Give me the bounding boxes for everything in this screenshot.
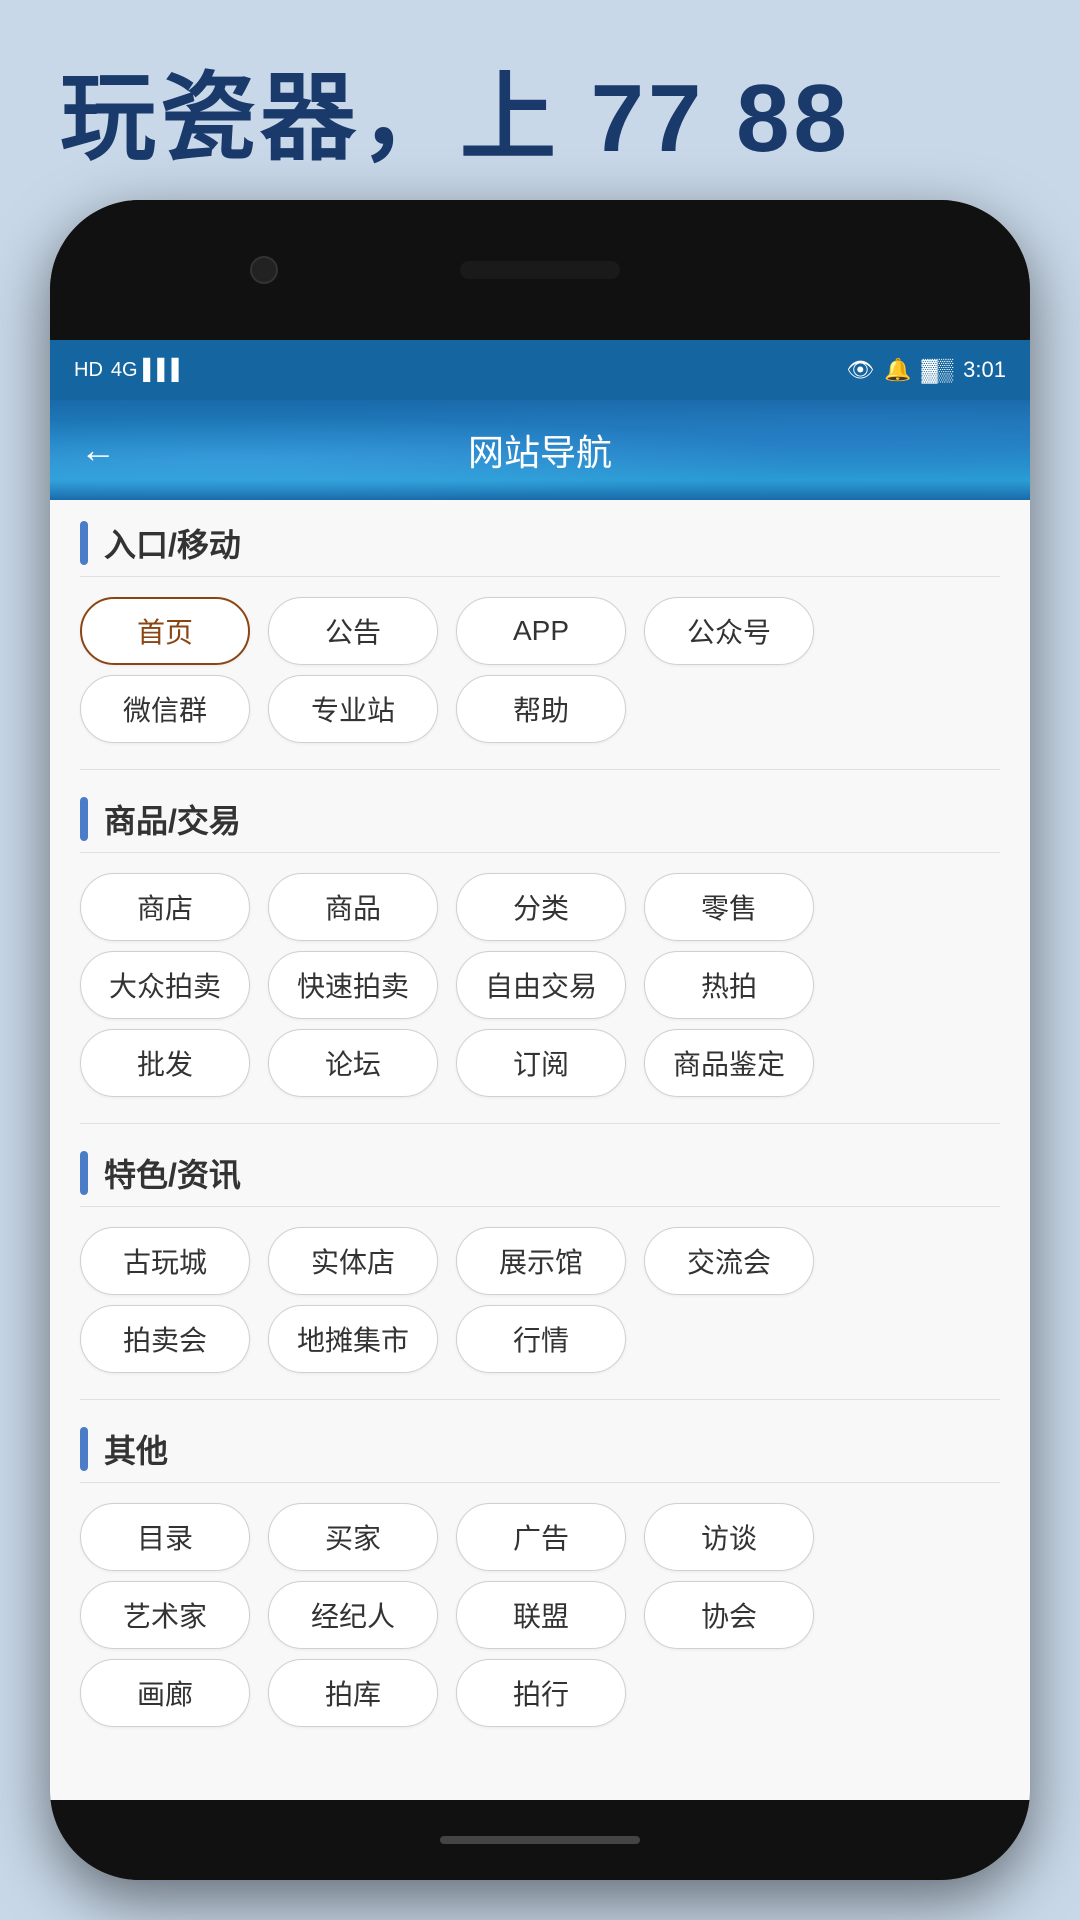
signal-icon: 4G ▌▌▌ — [111, 359, 186, 382]
nav-btn-订阅[interactable]: 订阅 — [456, 1029, 626, 1097]
button-row-featured-1: 拍卖会地摊集市行情 — [80, 1305, 1000, 1383]
button-row-featured-0: 古玩城实体店展示馆交流会 — [80, 1227, 1000, 1305]
section-title-trade: 商品/交易 — [104, 796, 241, 842]
nav-btn-公告[interactable]: 公告 — [268, 597, 438, 665]
section-indicator-trade — [80, 797, 88, 841]
nav-btn-拍卖会[interactable]: 拍卖会 — [80, 1305, 250, 1373]
eye-icon: 👁 — [846, 357, 874, 383]
back-button[interactable]: ← — [80, 429, 116, 471]
nav-btn-协会[interactable]: 协会 — [644, 1581, 814, 1649]
nav-btn-APP[interactable]: APP — [456, 597, 626, 665]
nav-btn-广告[interactable]: 广告 — [456, 1503, 626, 1571]
section-title-entrance: 入口/移动 — [104, 520, 241, 566]
speaker — [460, 261, 620, 279]
section-featured: 特色/资讯古玩城实体店展示馆交流会拍卖会地摊集市行情 — [50, 1130, 1030, 1393]
nav-btn-访谈[interactable]: 访谈 — [644, 1503, 814, 1571]
content-area[interactable]: 入口/移动首页公告APP公众号微信群专业站帮助商品/交易商店商品分类零售大众拍卖… — [50, 500, 1030, 1800]
section-header-featured: 特色/资讯 — [80, 1150, 1000, 1207]
nav-btn-论坛[interactable]: 论坛 — [268, 1029, 438, 1097]
hd-badge: HD — [74, 359, 103, 382]
button-row-other-0: 目录买家广告访谈 — [80, 1503, 1000, 1581]
button-row-entrance-0: 首页公告 APP 公众号 — [80, 597, 1000, 675]
button-row-trade-0: 商店商品分类零售 — [80, 873, 1000, 951]
divider-0 — [80, 769, 1000, 770]
tagline: 玩瓷器，上 77 88 — [60, 40, 851, 179]
alarm-icon: 🔔 — [884, 357, 911, 383]
section-title-featured: 特色/资讯 — [104, 1150, 241, 1196]
nav-btn-微信群[interactable]: 微信群 — [80, 675, 250, 743]
divider-2 — [80, 1399, 1000, 1400]
divider-1 — [80, 1123, 1000, 1124]
phone-screen: HD 4G ▌▌▌ 👁 🔔 ▓▒ 3:01 ← 网站导航 入口/移动首页公告 AP… — [50, 340, 1030, 1800]
nav-btn-热拍[interactable]: 热拍 — [644, 951, 814, 1019]
battery-icon: ▓▒ — [922, 357, 954, 383]
nav-btn-画廊[interactable]: 画廊 — [80, 1659, 250, 1727]
section-indicator-featured — [80, 1151, 88, 1195]
nav-btn-目录[interactable]: 目录 — [80, 1503, 250, 1571]
phone-bezel-top — [50, 200, 1030, 340]
nav-btn-商店[interactable]: 商店 — [80, 873, 250, 941]
section-indicator-entrance — [80, 521, 88, 565]
section-header-entrance: 入口/移动 — [80, 520, 1000, 577]
nav-btn-专业站[interactable]: 专业站 — [268, 675, 438, 743]
nav-btn-古玩城[interactable]: 古玩城 — [80, 1227, 250, 1295]
nav-btn-帮助[interactable]: 帮助 — [456, 675, 626, 743]
nav-btn-快速拍卖[interactable]: 快速拍卖 — [268, 951, 438, 1019]
button-row-other-2: 画廊拍库拍行 — [80, 1659, 1000, 1737]
nav-btn-批发[interactable]: 批发 — [80, 1029, 250, 1097]
section-trade: 商品/交易商店商品分类零售大众拍卖快速拍卖自由交易热拍批发论坛订阅商品鉴定 — [50, 776, 1030, 1117]
section-entrance: 入口/移动首页公告 APP 公众号微信群专业站帮助 — [50, 500, 1030, 763]
phone-frame: HD 4G ▌▌▌ 👁 🔔 ▓▒ 3:01 ← 网站导航 入口/移动首页公告 AP… — [50, 200, 1030, 1880]
camera-icon — [250, 256, 278, 284]
nav-btn-展示馆[interactable]: 展示馆 — [456, 1227, 626, 1295]
nav-btn-地摊集市[interactable]: 地摊集市 — [268, 1305, 438, 1373]
clock: 3:01 — [963, 357, 1006, 383]
nav-btn-自由交易[interactable]: 自由交易 — [456, 951, 626, 1019]
status-right: 👁 🔔 ▓▒ 3:01 — [846, 357, 1006, 383]
button-row-trade-1: 大众拍卖快速拍卖自由交易热拍 — [80, 951, 1000, 1029]
nav-btn-交流会[interactable]: 交流会 — [644, 1227, 814, 1295]
phone-bezel-bottom — [50, 1800, 1030, 1880]
nav-btn-大众拍卖[interactable]: 大众拍卖 — [80, 951, 250, 1019]
nav-btn-商品鉴定[interactable]: 商品鉴定 — [644, 1029, 814, 1097]
nav-btn-实体店[interactable]: 实体店 — [268, 1227, 438, 1295]
nav-btn-拍行[interactable]: 拍行 — [456, 1659, 626, 1727]
section-title-other: 其他 — [104, 1426, 168, 1472]
section-indicator-other — [80, 1427, 88, 1471]
nav-btn-联盟[interactable]: 联盟 — [456, 1581, 626, 1649]
header-title: 网站导航 — [468, 424, 612, 476]
nav-btn-艺术家[interactable]: 艺术家 — [80, 1581, 250, 1649]
button-row-other-1: 艺术家经纪人联盟协会 — [80, 1581, 1000, 1659]
section-header-trade: 商品/交易 — [80, 796, 1000, 853]
app-header: ← 网站导航 — [50, 400, 1030, 500]
section-other: 其他目录买家广告访谈艺术家经纪人联盟协会画廊拍库拍行 — [50, 1406, 1030, 1747]
button-row-entrance-1: 微信群专业站帮助 — [80, 675, 1000, 753]
nav-btn-公众号[interactable]: 公众号 — [644, 597, 814, 665]
home-indicator — [440, 1836, 640, 1844]
nav-btn-首页[interactable]: 首页 — [80, 597, 250, 665]
nav-btn-拍库[interactable]: 拍库 — [268, 1659, 438, 1727]
nav-btn-零售[interactable]: 零售 — [644, 873, 814, 941]
status-left: HD 4G ▌▌▌ — [74, 359, 186, 382]
section-header-other: 其他 — [80, 1426, 1000, 1483]
nav-btn-行情[interactable]: 行情 — [456, 1305, 626, 1373]
status-bar: HD 4G ▌▌▌ 👁 🔔 ▓▒ 3:01 — [50, 340, 1030, 400]
nav-btn-经纪人[interactable]: 经纪人 — [268, 1581, 438, 1649]
nav-btn-商品[interactable]: 商品 — [268, 873, 438, 941]
nav-btn-分类[interactable]: 分类 — [456, 873, 626, 941]
button-row-trade-2: 批发论坛订阅商品鉴定 — [80, 1029, 1000, 1107]
nav-btn-买家[interactable]: 买家 — [268, 1503, 438, 1571]
